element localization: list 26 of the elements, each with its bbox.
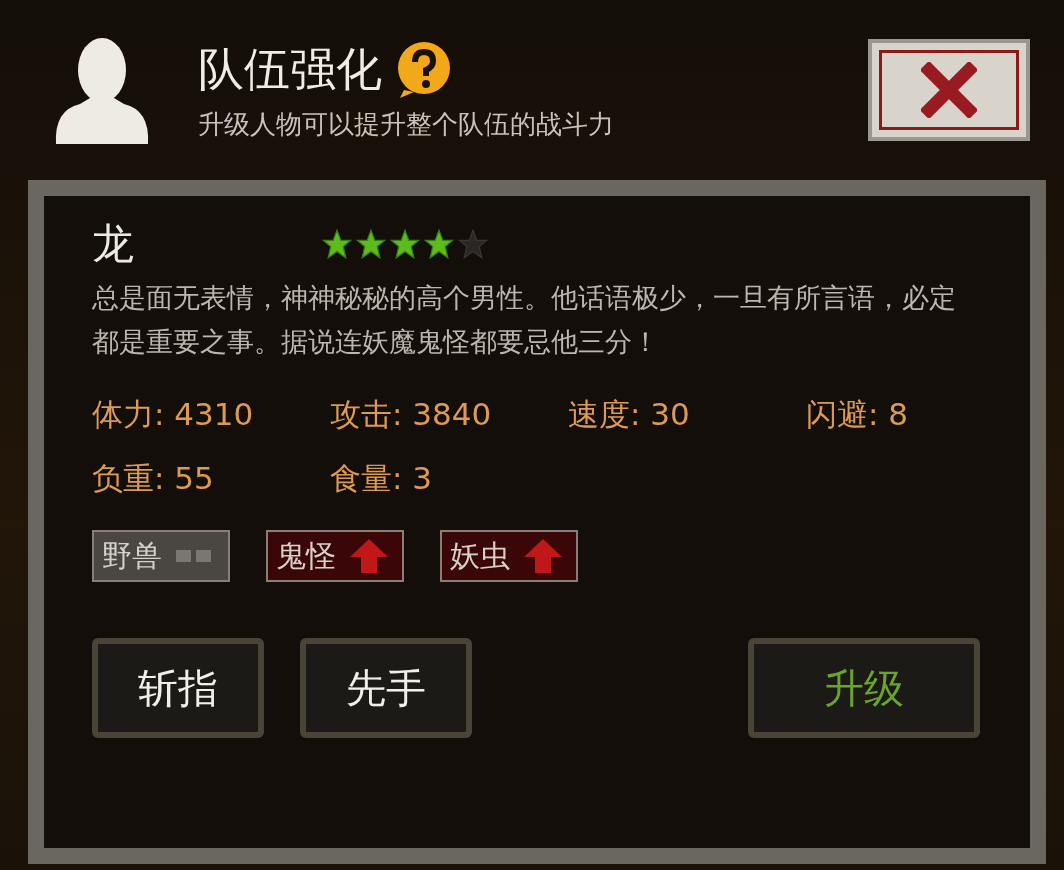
stat-value: 食量: 3 [330, 459, 434, 498]
skill-button[interactable]: 斩指 [92, 638, 264, 738]
character-name: 龙 [92, 218, 134, 270]
tag-label: 妖虫 [450, 536, 510, 575]
star-icon [458, 229, 488, 259]
up-arrow-icon [350, 539, 388, 573]
star-icon [322, 229, 352, 259]
star-icon [424, 229, 454, 259]
tag-label: 鬼怪 [276, 536, 336, 575]
page-title: 队伍强化 [198, 40, 382, 98]
skill-button[interactable]: 先手 [300, 638, 472, 738]
page-subtitle: 升级人物可以提升整个队伍的战斗力 [198, 107, 615, 141]
stat-value: 闪避: 8 [806, 395, 910, 434]
close-button[interactable] [868, 39, 1030, 141]
star-icon [390, 229, 420, 259]
stat-value: 速度: 30 [568, 395, 691, 434]
tag-label: 野兽 [102, 536, 162, 575]
stat-value: 体力: 4310 [92, 395, 255, 434]
character-description: 总是面无表情，神神秘秘的高个男性。他话语极少，一旦有所言语，必定都是重要之事。据说连妖魔鬼怪都要忌他三分！ [92, 281, 957, 359]
up-arrow-icon [524, 539, 562, 573]
upgrade-button[interactable]: 升级 [748, 638, 980, 738]
dash-icon [176, 550, 212, 562]
stat-value: 负重: 55 [92, 459, 215, 498]
close-icon [921, 62, 977, 118]
star-icon [356, 229, 386, 259]
stat-value: 攻击: 3840 [330, 395, 493, 434]
